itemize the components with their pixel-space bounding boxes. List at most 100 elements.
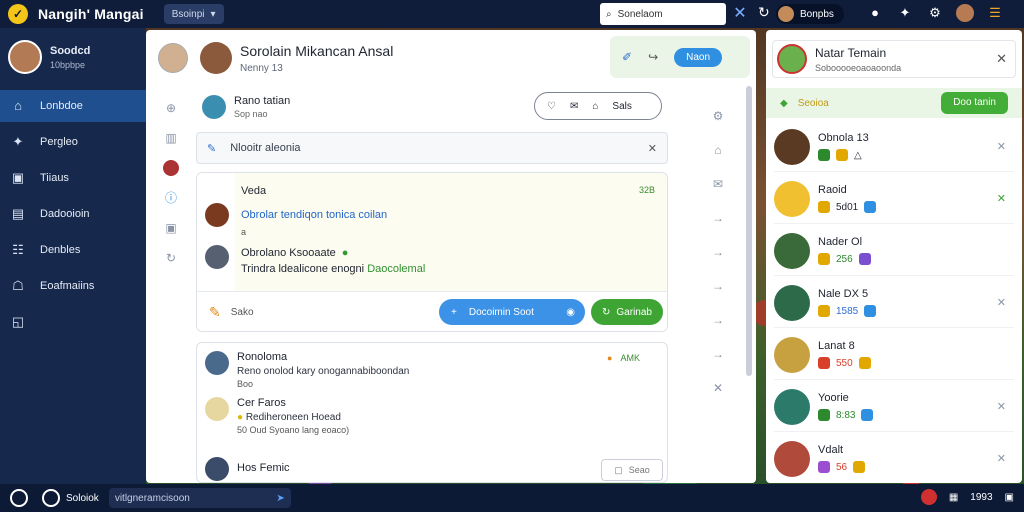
post-meta: Sop nao <box>234 109 268 119</box>
friend-row[interactable]: Vdalt 56 ✕ <box>774 434 1014 483</box>
primary-action-button[interactable]: + Docoimin Soot ◉ <box>439 299 585 325</box>
add-icon[interactable]: ⊕ <box>163 100 179 116</box>
list-item[interactable]: Cer Faros ● Rediheroneen Hoead 50 Oud Sy… <box>205 397 349 435</box>
close-icon[interactable]: ✕ <box>730 4 750 24</box>
sidebar-item-shop[interactable]: ☖ Eoafmaiins <box>0 270 146 302</box>
avatar[interactable] <box>202 95 226 119</box>
refresh-icon[interactable]: ↻ <box>758 4 770 21</box>
friend-name: Raoid <box>818 184 847 196</box>
stop-icon[interactable] <box>920 489 937 505</box>
user-chip[interactable]: Bonpbs <box>776 4 844 24</box>
sidebar-profile[interactable]: Soodcd 10bpbpe <box>0 28 146 86</box>
thread-count: 32B <box>638 185 655 195</box>
thread-card: Veda 32B Obrolar tendiqon tonica coilan … <box>196 172 668 332</box>
home-icon[interactable]: ⌂ <box>592 101 598 112</box>
sidebar-item-chat[interactable]: ◱ <box>0 306 146 338</box>
close-icon[interactable]: ✕ <box>648 142 657 155</box>
menu-icon[interactable]: ☰ <box>986 4 1004 22</box>
mail-icon[interactable]: ✉ <box>710 176 726 192</box>
friend-row[interactable]: Nader Ol 256 <box>774 226 1014 276</box>
arrow-right-icon[interactable]: → <box>710 244 726 260</box>
friend-stats: 5d01 <box>818 201 877 213</box>
item-author: Ronoloma <box>237 351 288 363</box>
sidebar-item-list[interactable]: ☷ Denbles <box>0 234 146 266</box>
chat-input[interactable]: vitlgneramcisoon ➤ <box>108 488 291 508</box>
friend-row[interactable]: Nale DX 5 1585 ✕ <box>774 278 1014 328</box>
target-icon[interactable] <box>10 489 28 507</box>
remove-icon[interactable]: ✕ <box>997 296 1006 309</box>
gem-icon <box>858 253 871 265</box>
save-button[interactable]: ▢ Seao <box>601 459 663 481</box>
home-icon[interactable]: ⌂ <box>710 142 726 158</box>
list-item[interactable]: Ronoloma Reno onolod kary onogannabiboon… <box>205 351 409 389</box>
list-item[interactable]: Hos Femic <box>205 457 290 481</box>
message-highlight[interactable]: Daocolemal <box>367 263 425 275</box>
friend-row[interactable]: Yoorie 8:83 ✕ <box>774 382 1014 432</box>
heart-icon[interactable]: ♡ <box>547 101 556 112</box>
avatar[interactable] <box>163 160 179 176</box>
avatar <box>774 232 810 269</box>
avatar[interactable] <box>205 203 229 227</box>
refresh-icon[interactable]: ↻ <box>163 250 179 266</box>
mail-icon[interactable]: ✉ <box>570 101 578 112</box>
friend-row[interactable]: Lanat 8 550 <box>774 330 1014 380</box>
note-field[interactable]: ✎ Nlooitr aleonia ✕ <box>196 132 668 164</box>
pencil-icon[interactable]: ✎ <box>209 304 221 321</box>
thread-footer: ✎ Sako + Docoimin Soot ◉ ↻ Garinab <box>197 291 667 331</box>
conversation-header: Sorolain Mikancan Ansal Nenny 13 ✐ ↪ Nao… <box>146 30 756 86</box>
notification-icon[interactable]: ● <box>866 4 884 22</box>
search-input[interactable]: ⌕ Sonelaom <box>600 3 726 25</box>
sidebar-item-board[interactable]: ▤ Dadooioin <box>0 198 146 230</box>
friend-row[interactable]: Raoid 5d01 ✕ <box>774 174 1014 224</box>
avatar <box>774 336 810 373</box>
record-icon[interactable] <box>42 489 60 507</box>
calendar-icon[interactable]: ▦ <box>949 492 958 503</box>
cat-icon[interactable]: ✦ <box>896 4 914 22</box>
remove-icon[interactable]: ✕ <box>997 192 1006 205</box>
settings-icon[interactable]: ⚙ <box>926 4 944 22</box>
secondary-action-button[interactable]: ↻ Garinab <box>591 299 663 325</box>
info-icon[interactable]: ⓘ <box>163 190 179 206</box>
friends-panel: Natar Temain Sobooooeoaoaoonda ✕ ◆ Seoio… <box>766 30 1022 483</box>
profile-icon[interactable] <box>956 4 974 22</box>
target-icon: ◉ <box>566 306 575 318</box>
pin-icon[interactable]: ✐ <box>622 50 632 64</box>
arrow-right-icon[interactable]: → <box>710 346 726 362</box>
close-icon[interactable]: ✕ <box>710 380 726 396</box>
add-friend-button[interactable]: Doo tanin <box>941 92 1008 114</box>
puzzle-icon: ✦ <box>12 134 24 149</box>
avatar <box>8 40 42 74</box>
avatar[interactable] <box>205 245 229 269</box>
join-button[interactable]: Naon <box>674 47 723 67</box>
workspace-select[interactable]: Bsoinpi ▾ <box>163 4 224 24</box>
close-icon[interactable]: ✕ <box>996 51 1007 67</box>
chat-icon[interactable]: ▣ <box>1005 492 1014 503</box>
remove-icon[interactable]: ✕ <box>997 452 1006 465</box>
arrow-right-icon[interactable]: → <box>710 312 726 328</box>
send-icon[interactable]: ➤ <box>276 493 284 504</box>
avatar[interactable] <box>158 43 188 73</box>
friend-stats: 56 <box>818 461 866 473</box>
top-bar: ✓ Nangih' Mangai Bsoinpi ▾ ⌕ Sonelaom ✕ … <box>0 0 1024 28</box>
scrollbar[interactable] <box>746 86 752 376</box>
remove-icon[interactable]: ✕ <box>997 140 1006 153</box>
remove-icon[interactable]: ✕ <box>997 400 1006 413</box>
avatar[interactable] <box>777 44 807 74</box>
friend-value: 8:83 <box>836 409 856 421</box>
settings-icon[interactable]: ⚙ <box>710 108 726 124</box>
friend-name: Obnola 13 <box>818 132 869 144</box>
status-badge <box>818 305 830 317</box>
post-action-label[interactable]: Sals <box>612 101 631 112</box>
box-icon[interactable]: ▥ <box>163 130 179 146</box>
friend-row[interactable]: Obnola 13 △ ✕ <box>774 122 1014 172</box>
sidebar-item-games[interactable]: ▣ Tiiaus <box>0 162 146 194</box>
arrow-right-icon[interactable]: → <box>710 278 726 294</box>
status-badge <box>818 409 830 421</box>
sidebar-item-home[interactable]: ⌂ Lonbdoe <box>0 90 146 122</box>
share-icon[interactable]: ↪ <box>648 50 658 64</box>
status-badge <box>818 201 830 213</box>
avatar[interactable] <box>200 42 232 74</box>
arrow-right-icon[interactable]: → <box>710 210 726 226</box>
lock-icon[interactable]: ▣ <box>163 220 179 236</box>
sidebar-item-puzzle[interactable]: ✦ Pergleo <box>0 126 146 158</box>
